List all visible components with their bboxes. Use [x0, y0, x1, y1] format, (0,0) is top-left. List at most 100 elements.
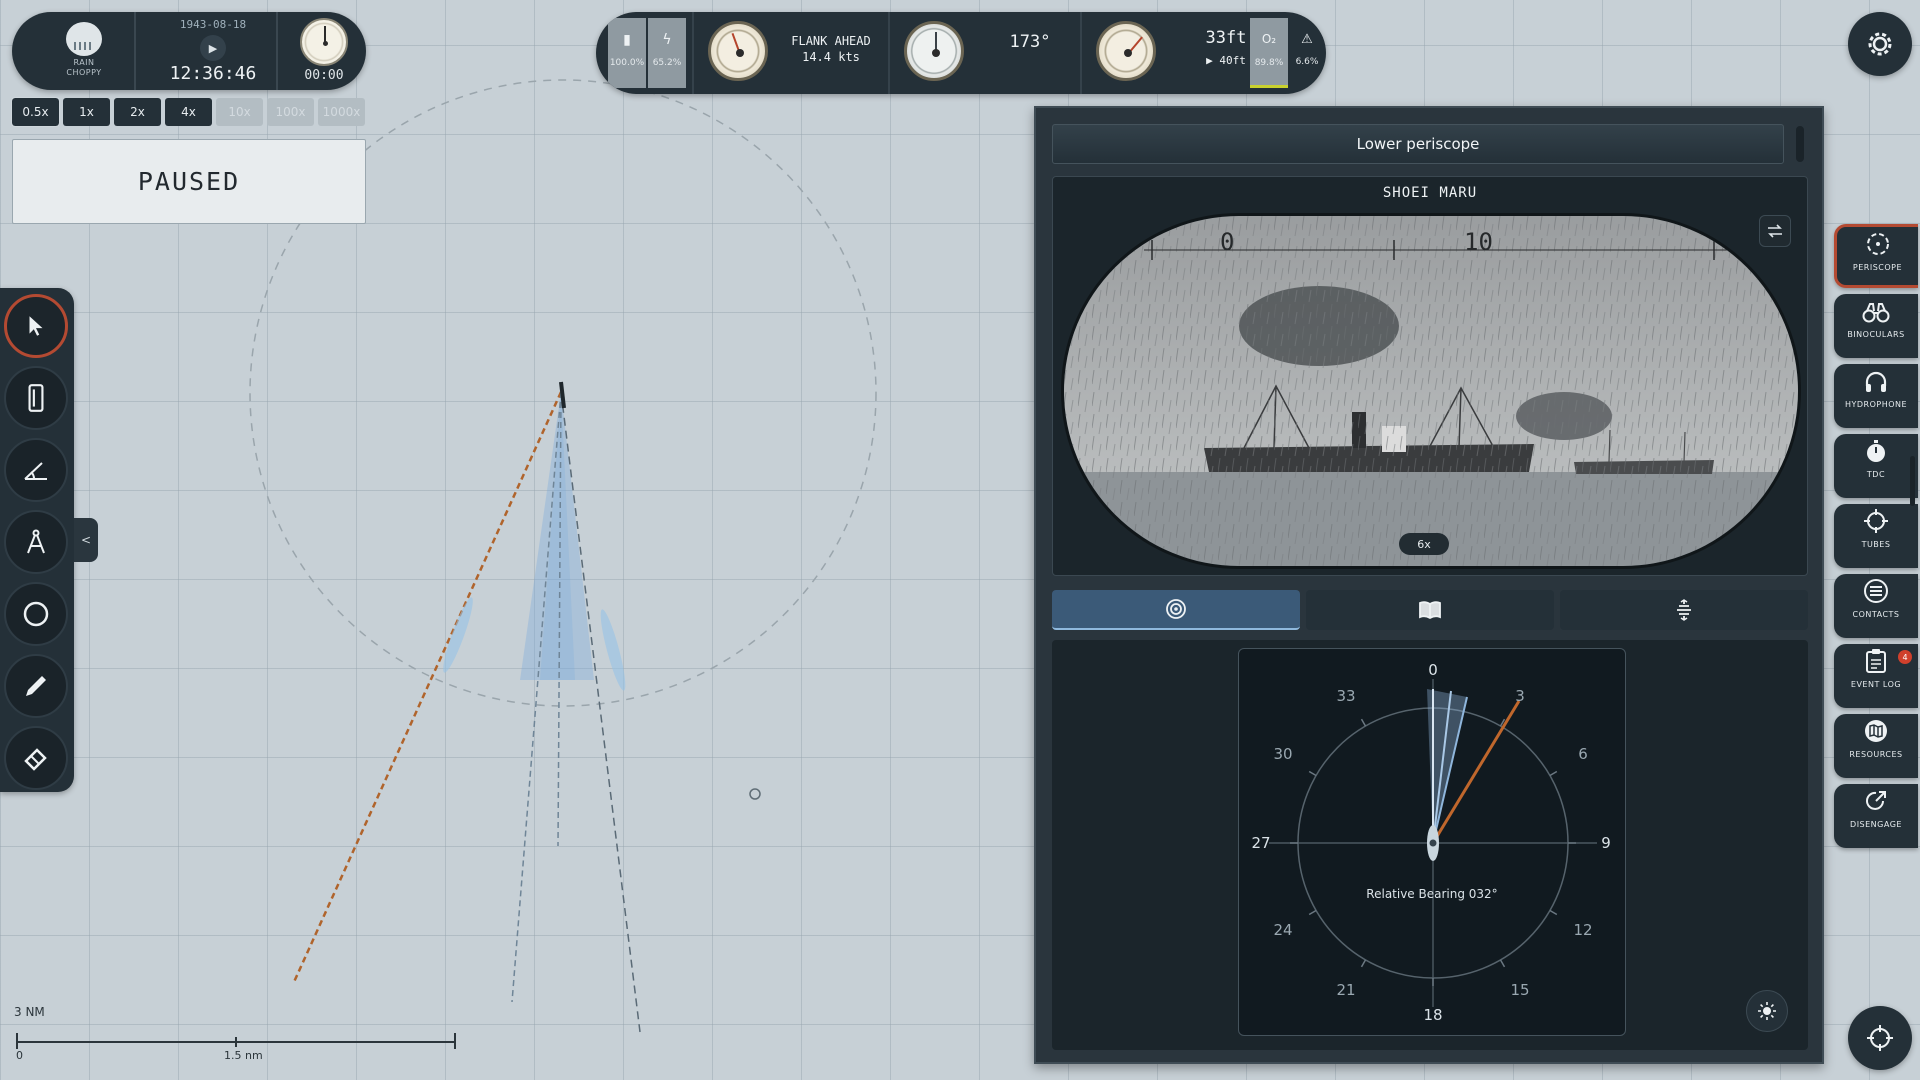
speed-2x-button[interactable]: 2x — [114, 98, 161, 126]
station-hydrophone-button[interactable]: HYDROPHONE — [1834, 364, 1918, 428]
stopwatch[interactable]: 00:00 — [294, 18, 354, 83]
scale-start-label: 0 — [16, 1049, 23, 1062]
select-tool[interactable] — [4, 294, 68, 358]
toolbar-collapse-button[interactable]: < — [74, 518, 98, 562]
periscope-viewport[interactable]: 0 10 2 — [1061, 213, 1801, 569]
compass-tick — [1308, 909, 1317, 916]
compass-tool[interactable] — [4, 510, 68, 574]
compass-tick — [1549, 770, 1558, 777]
station-periscope-button[interactable]: PERISCOPE — [1834, 224, 1918, 288]
lighting-toggle-button[interactable] — [1746, 990, 1788, 1032]
compass-label-27: 27 — [1251, 834, 1270, 852]
tab-stadimeter[interactable] — [1560, 590, 1808, 630]
divider — [276, 12, 278, 90]
rain-icon — [66, 22, 102, 56]
station-label: CONTACTS — [1852, 610, 1900, 619]
settings-button[interactable] — [1848, 12, 1912, 76]
station-label: TDC — [1866, 470, 1886, 479]
stadimeter-icon — [1677, 599, 1691, 621]
speed-1x-button[interactable]: 1x — [63, 98, 110, 126]
compass-tick — [1360, 718, 1367, 727]
map-range-label: 3 NM — [14, 1005, 45, 1019]
compass-label-30: 30 — [1273, 745, 1292, 763]
compass-tick — [1549, 909, 1558, 916]
ruler-tool[interactable] — [4, 366, 68, 430]
station-contacts-button[interactable]: CONTACTS — [1834, 574, 1918, 638]
station-event-log-button[interactable]: EVENT LOG 4 — [1834, 644, 1918, 708]
station-label: HYDROPHONE — [1844, 400, 1908, 409]
station-resources-button[interactable]: RESOURCES — [1834, 714, 1918, 778]
compass-label-15: 15 — [1510, 981, 1529, 999]
game-clock: 12:36:46 — [169, 63, 257, 84]
compass-gauge-icon — [904, 21, 964, 81]
scale-bar: 0 1.5 nm — [16, 1033, 456, 1062]
station-binoculars-button[interactable]: BINOCULARS — [1834, 294, 1918, 358]
own-ship-icon — [1427, 825, 1439, 861]
play-button[interactable]: ▶ — [200, 35, 226, 61]
waypoint-marker — [749, 788, 761, 800]
lightning-icon: ϟ — [662, 32, 672, 48]
relative-bearing-compass[interactable]: 0 3 6 9 12 15 18 21 24 27 30 33 Relative… — [1238, 648, 1626, 1036]
lower-periscope-button[interactable]: Lower periscope — [1052, 124, 1784, 164]
station-tdc-button[interactable]: TDC — [1834, 434, 1918, 498]
heading-control[interactable]: 173° — [888, 12, 1080, 94]
zoom-level-badge[interactable]: 6x — [1399, 533, 1449, 555]
engine-telegraph[interactable]: FLANK AHEAD 14.4 kts — [692, 12, 888, 94]
clipboard-icon — [1866, 649, 1886, 673]
ruler-icon — [28, 384, 44, 412]
heading-value: 173° — [1009, 32, 1051, 52]
tab-recognition-manual[interactable] — [1306, 590, 1554, 630]
station-label: RESOURCES — [1849, 750, 1903, 759]
notification-badge: 4 — [1898, 650, 1912, 664]
cursor-icon — [29, 316, 43, 336]
scale-tick — [454, 1033, 456, 1049]
angle-icon — [24, 462, 47, 480]
depth-control[interactable]: 33ft ▶ 40ft — [1080, 12, 1272, 94]
stopwatch-time: 00:00 — [304, 68, 344, 83]
weather-condition: RAIN — [73, 58, 95, 67]
target-ship-name: SHOEI MARU — [1382, 185, 1478, 201]
panel-scrollbar[interactable] — [1796, 126, 1804, 162]
paused-indicator: PAUSED — [12, 139, 366, 224]
sea-state: CHOPPY — [66, 68, 102, 77]
speed-10x-button: 10x — [216, 98, 263, 126]
pencil-icon — [26, 676, 46, 696]
compass-label-3: 3 — [1515, 687, 1525, 705]
periscope-view-frame: SHOEI MARU 0 10 2 6x — [1052, 176, 1808, 576]
circle-tool[interactable] — [4, 582, 68, 646]
stopwatch-icon — [300, 18, 348, 66]
compass-label-6: 6 — [1578, 745, 1588, 763]
battery-gauge: ▮ 100.0% — [608, 18, 646, 88]
relative-bearing-readout: Relative Bearing 032° — [1366, 887, 1498, 901]
divider-compass-icon — [27, 529, 45, 554]
station-label: DISENGAGE — [1850, 820, 1902, 829]
swap-view-button[interactable] — [1759, 215, 1791, 247]
book-icon — [1419, 601, 1441, 620]
tab-bearing[interactable] — [1052, 590, 1300, 630]
protractor-tool[interactable] — [4, 438, 68, 502]
recenter-button[interactable] — [1848, 1006, 1912, 1070]
circle-icon — [23, 601, 49, 627]
station-disengage-button[interactable]: DISENGAGE — [1834, 784, 1918, 848]
eraser-tool[interactable] — [4, 726, 68, 790]
speed-4x-button[interactable]: 4x — [165, 98, 212, 126]
scale-tick — [16, 1033, 18, 1049]
electric-percent: 65.2% — [652, 58, 682, 68]
station-tubes-button[interactable]: TUBES — [1834, 504, 1918, 568]
pencil-tool[interactable] — [4, 654, 68, 718]
sun-icon — [1758, 1002, 1776, 1020]
compass-label-12: 12 — [1573, 921, 1592, 939]
map-icon — [1865, 720, 1887, 742]
station-list-scrollbar[interactable] — [1910, 456, 1915, 506]
drawing-toolbar — [0, 288, 74, 792]
depth-gauge-icon — [1096, 21, 1156, 81]
compass-tick — [1308, 770, 1317, 777]
divider — [134, 12, 136, 90]
gauge-hub — [1124, 49, 1132, 57]
compass-label-21: 21 — [1336, 981, 1355, 999]
reticle-label-10: 10 — [1464, 228, 1493, 256]
exit-icon — [1866, 791, 1886, 810]
speed-0-5x-button[interactable]: 0.5x — [11, 97, 60, 127]
gear-icon — [1868, 32, 1892, 56]
compass-dial: 0 3 6 9 12 15 18 21 24 27 30 33 — [1251, 661, 1610, 1024]
